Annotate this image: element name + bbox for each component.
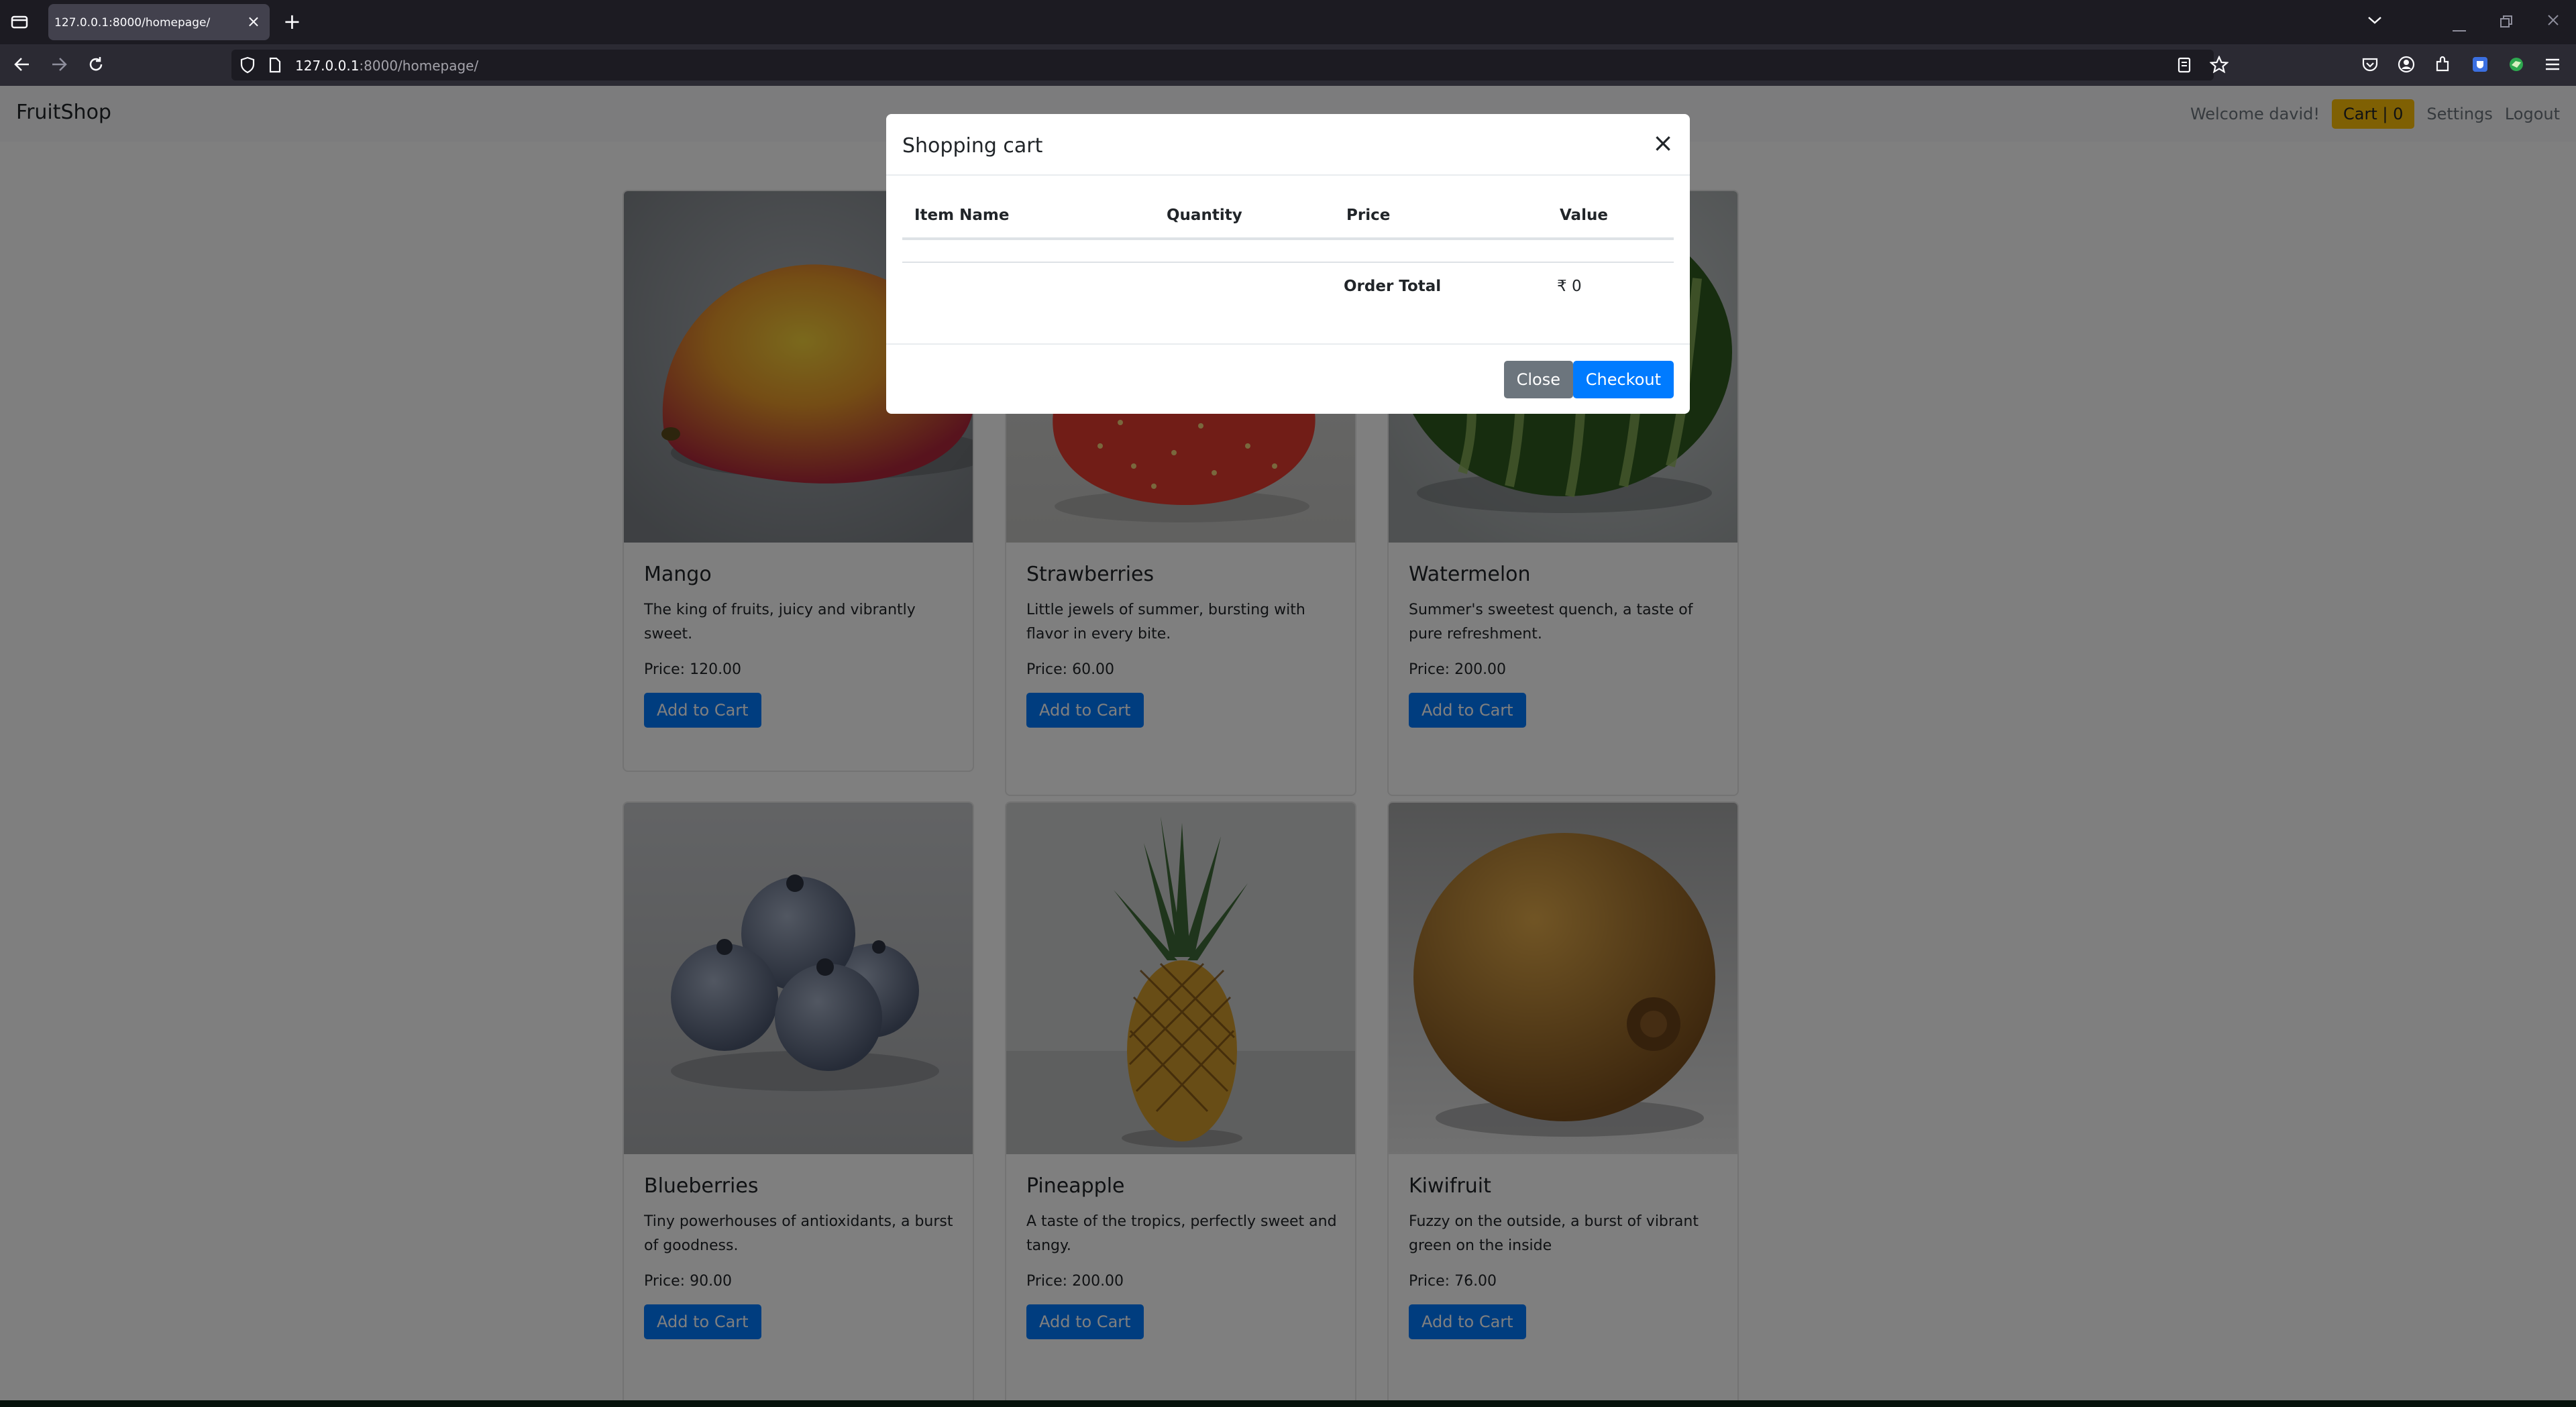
column-header-value: Value [1560, 207, 1608, 224]
modal-footer: Close Checkout [886, 343, 1690, 414]
minimize-icon[interactable] [2453, 20, 2467, 37]
url-text[interactable]: 127.0.0.1:8000/homepage/ [295, 58, 478, 74]
order-total-label: Order Total [1344, 278, 1442, 295]
restore-icon[interactable] [2500, 15, 2513, 32]
tab-title: 127.0.0.1:8000/homepage/ [54, 16, 211, 30]
shopping-cart-modal: Shopping cart × Item Name Quantity Price… [886, 114, 1690, 414]
page-viewport: FruitShop Welcome david! Cart | 0 Settin… [0, 86, 2576, 1407]
tab-list-icon[interactable] [11, 13, 28, 33]
column-header-item-name: Item Name [914, 207, 1010, 224]
order-total-value: ₹ 0 [1557, 278, 1582, 295]
pocket-icon[interactable] [2361, 56, 2379, 76]
url-path: :8000/homepage/ [359, 58, 479, 74]
menu-icon[interactable] [2544, 56, 2561, 76]
browser-tab-bar: 127.0.0.1:8000/homepage/ × + [0, 0, 2576, 44]
close-icon[interactable]: × [1652, 130, 1674, 156]
close-button[interactable]: Close [1503, 361, 1573, 398]
reader-view-icon[interactable] [2177, 57, 2192, 76]
checkout-button[interactable]: Checkout [1572, 361, 1674, 398]
tab-close-icon[interactable]: × [247, 12, 260, 31]
modal-header: Shopping cart × [886, 114, 1690, 176]
tab-overflow-chevron-icon[interactable] [2367, 13, 2383, 31]
forward-icon[interactable] [50, 56, 68, 76]
extensions-icon[interactable] [2434, 56, 2451, 76]
new-tab-icon[interactable]: + [283, 11, 301, 32]
shield-icon[interactable] [239, 56, 256, 77]
cart-table-header: Item Name Quantity Price Value [902, 190, 1674, 240]
reload-icon[interactable] [87, 56, 105, 76]
extension-b-icon[interactable] [2508, 56, 2525, 76]
cart-table: Item Name Quantity Price Value Order Tot… [902, 190, 1674, 310]
address-bar[interactable]: 127.0.0.1:8000/homepage/ [231, 50, 2214, 80]
cart-empty-body [902, 240, 1674, 263]
order-total-row: Order Total ₹ 0 [902, 263, 1674, 310]
url-host: 127.0.0.1 [295, 58, 360, 74]
extension-a-icon[interactable] [2471, 56, 2489, 76]
back-icon[interactable] [13, 56, 31, 76]
browser-tab[interactable]: 127.0.0.1:8000/homepage/ × [48, 4, 270, 40]
page-icon[interactable] [268, 57, 282, 76]
browser-navigation-bar: 127.0.0.1:8000/homepage/ [0, 44, 2576, 86]
column-header-price: Price [1346, 207, 1391, 224]
column-header-quantity: Quantity [1167, 207, 1242, 224]
bookmark-star-icon[interactable] [2209, 55, 2229, 76]
modal-title: Shopping cart [902, 134, 1043, 158]
account-icon[interactable] [2398, 56, 2415, 76]
close-window-icon[interactable] [2546, 13, 2560, 31]
